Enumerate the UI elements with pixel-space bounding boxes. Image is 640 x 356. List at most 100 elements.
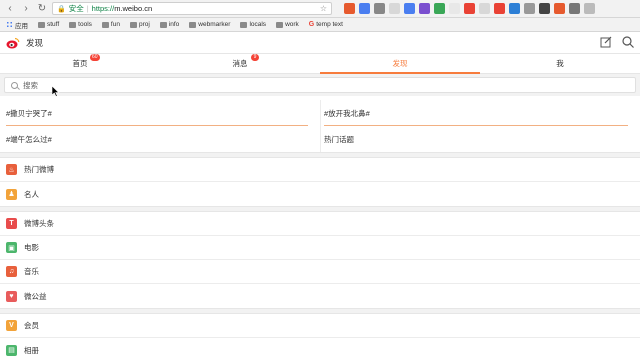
search-icon xyxy=(11,81,18,89)
google-icon: G xyxy=(308,21,315,28)
menu-icon[interactable] xyxy=(584,3,595,14)
hot-topics: #撒贝宁哭了# #放开我北鼻# #端午怎么过# 热门话题 xyxy=(0,96,640,152)
list-item-label: 热门微博 xyxy=(24,165,54,174)
bookmark-folder[interactable]: locals xyxy=(240,21,266,28)
list-group: ♨ 热门微博 ♟ 名人 xyxy=(0,158,640,206)
list-item[interactable]: ▤ 相册 xyxy=(0,338,640,356)
extension-icon[interactable] xyxy=(524,3,535,14)
extension-icon[interactable] xyxy=(539,3,550,14)
page-title: 发现 xyxy=(26,37,44,48)
tab-home[interactable]: 首页 60 xyxy=(0,54,160,73)
folder-icon xyxy=(159,21,167,28)
reload-icon[interactable]: ↻ xyxy=(36,3,48,15)
lock-icon: 🔒 xyxy=(57,5,66,13)
extension-icon[interactable] xyxy=(374,3,385,14)
folder-icon xyxy=(276,21,284,28)
bookmark-folder[interactable]: tools xyxy=(69,21,92,28)
folder-icon xyxy=(129,21,137,28)
bookmark-folder[interactable]: work xyxy=(276,21,299,28)
folder-icon xyxy=(240,21,248,28)
topic-link[interactable]: #撒贝宁哭了# xyxy=(0,100,320,126)
topic-link[interactable]: #端午怎么过# xyxy=(0,126,320,152)
list-item[interactable]: ♥ 微公益 xyxy=(0,284,640,308)
headline-icon: T xyxy=(6,218,17,229)
unread-badge: 9 xyxy=(251,54,259,61)
list-item[interactable]: ♟ 名人 xyxy=(0,182,640,206)
bookmark-folder[interactable]: webmarker xyxy=(189,21,230,28)
bookmarks-bar: 应用 stuff tools fun proj info webmarker l… xyxy=(0,18,640,32)
secure-label: 安全 xyxy=(68,4,84,13)
list-item-label: 名人 xyxy=(24,189,39,199)
charity-icon: ♥ xyxy=(6,290,17,302)
tab-discover[interactable]: 发现 xyxy=(320,54,480,74)
extension-icon[interactable] xyxy=(509,3,520,14)
topic-link[interactable]: #放开我北鼻# xyxy=(320,100,640,126)
list-item-label: 会员 xyxy=(24,321,39,330)
person-icon: ♟ xyxy=(6,188,17,200)
folder-icon xyxy=(38,21,45,28)
extension-icon[interactable] xyxy=(569,3,580,14)
bookmark-folder[interactable]: fun xyxy=(101,21,120,28)
url-text: https://m.weibo.cn xyxy=(91,4,153,13)
bookmark-link[interactable]: Gtemp text xyxy=(309,21,343,28)
list-item[interactable]: T 微博头条 xyxy=(0,212,640,236)
back-icon[interactable]: ‹ xyxy=(4,3,16,15)
extension-icon[interactable] xyxy=(464,3,475,14)
folder-icon xyxy=(189,21,197,28)
list-item-label: 相册 xyxy=(24,345,39,355)
forward-icon[interactable]: › xyxy=(20,3,32,15)
unread-badge: 60 xyxy=(90,54,100,61)
list-item[interactable]: ♫ 音乐 xyxy=(0,260,640,284)
extension-icon[interactable] xyxy=(359,3,370,14)
search-input[interactable]: 搜索 xyxy=(4,77,636,93)
list-item-label: 微公益 xyxy=(24,291,47,301)
extension-icon[interactable] xyxy=(419,3,430,14)
extension-icon[interactable] xyxy=(389,3,400,14)
address-bar[interactable]: 🔒 安全 | https://m.weibo.cn ☆ xyxy=(52,2,332,15)
fire-icon: ♨ xyxy=(6,164,17,175)
folder-icon xyxy=(69,21,77,28)
tab-label: 首页 xyxy=(72,59,88,68)
vip-icon: V xyxy=(6,320,17,331)
search-area: 搜索 xyxy=(0,74,640,96)
list-item-label: 电影 xyxy=(24,243,39,252)
apps-icon xyxy=(6,21,13,28)
list-item[interactable]: ▣ 电影 xyxy=(0,236,640,260)
film-icon: ▣ xyxy=(6,242,17,253)
list-item[interactable]: V 会员 xyxy=(0,314,640,338)
bookmark-folder[interactable]: proj xyxy=(129,21,150,28)
list-group: V 会员 ▤ 相册 xyxy=(0,314,640,356)
bookmark-apps[interactable]: 应用 xyxy=(6,20,28,30)
folder-icon xyxy=(101,21,109,28)
tab-label: 我 xyxy=(556,59,564,68)
browser-toolbar: ‹ › ↻ 🔒 安全 | https://m.weibo.cn ☆ xyxy=(0,0,640,18)
extensions-bar xyxy=(344,3,595,14)
list-item[interactable]: ♨ 热门微博 xyxy=(0,158,640,182)
bookmark-folder[interactable]: stuff xyxy=(38,21,59,28)
search-placeholder: 搜索 xyxy=(23,80,38,90)
extension-icon[interactable] xyxy=(449,3,460,14)
extension-icon[interactable] xyxy=(344,3,355,14)
topic-link[interactable]: 热门话题 xyxy=(320,126,640,152)
extension-icon[interactable] xyxy=(554,3,565,14)
search-icon[interactable] xyxy=(622,35,634,50)
list-item-label: 微博头条 xyxy=(24,219,54,228)
tab-me[interactable]: 我 xyxy=(480,54,640,73)
album-icon: ▤ xyxy=(6,344,17,356)
weibo-logo-icon[interactable] xyxy=(6,37,20,49)
app-header: 发现 xyxy=(0,32,640,54)
bookmark-star-icon[interactable]: ☆ xyxy=(320,4,327,13)
music-icon: ♫ xyxy=(6,266,17,277)
separator: | xyxy=(86,4,89,13)
list-item-label: 音乐 xyxy=(24,267,39,276)
tab-bar: 首页 60 消息 9 发现 我 xyxy=(0,54,640,74)
extension-icon[interactable] xyxy=(434,3,445,14)
tab-messages[interactable]: 消息 9 xyxy=(160,54,320,73)
extension-icon[interactable] xyxy=(494,3,505,14)
tab-label: 消息 xyxy=(232,59,248,68)
compose-icon[interactable] xyxy=(600,36,612,50)
extension-icon[interactable] xyxy=(404,3,415,14)
list-group: T 微博头条 ▣ 电影 ♫ 音乐 ♥ 微公益 xyxy=(0,212,640,308)
extension-icon[interactable] xyxy=(479,3,490,14)
bookmark-folder[interactable]: info xyxy=(159,21,179,28)
